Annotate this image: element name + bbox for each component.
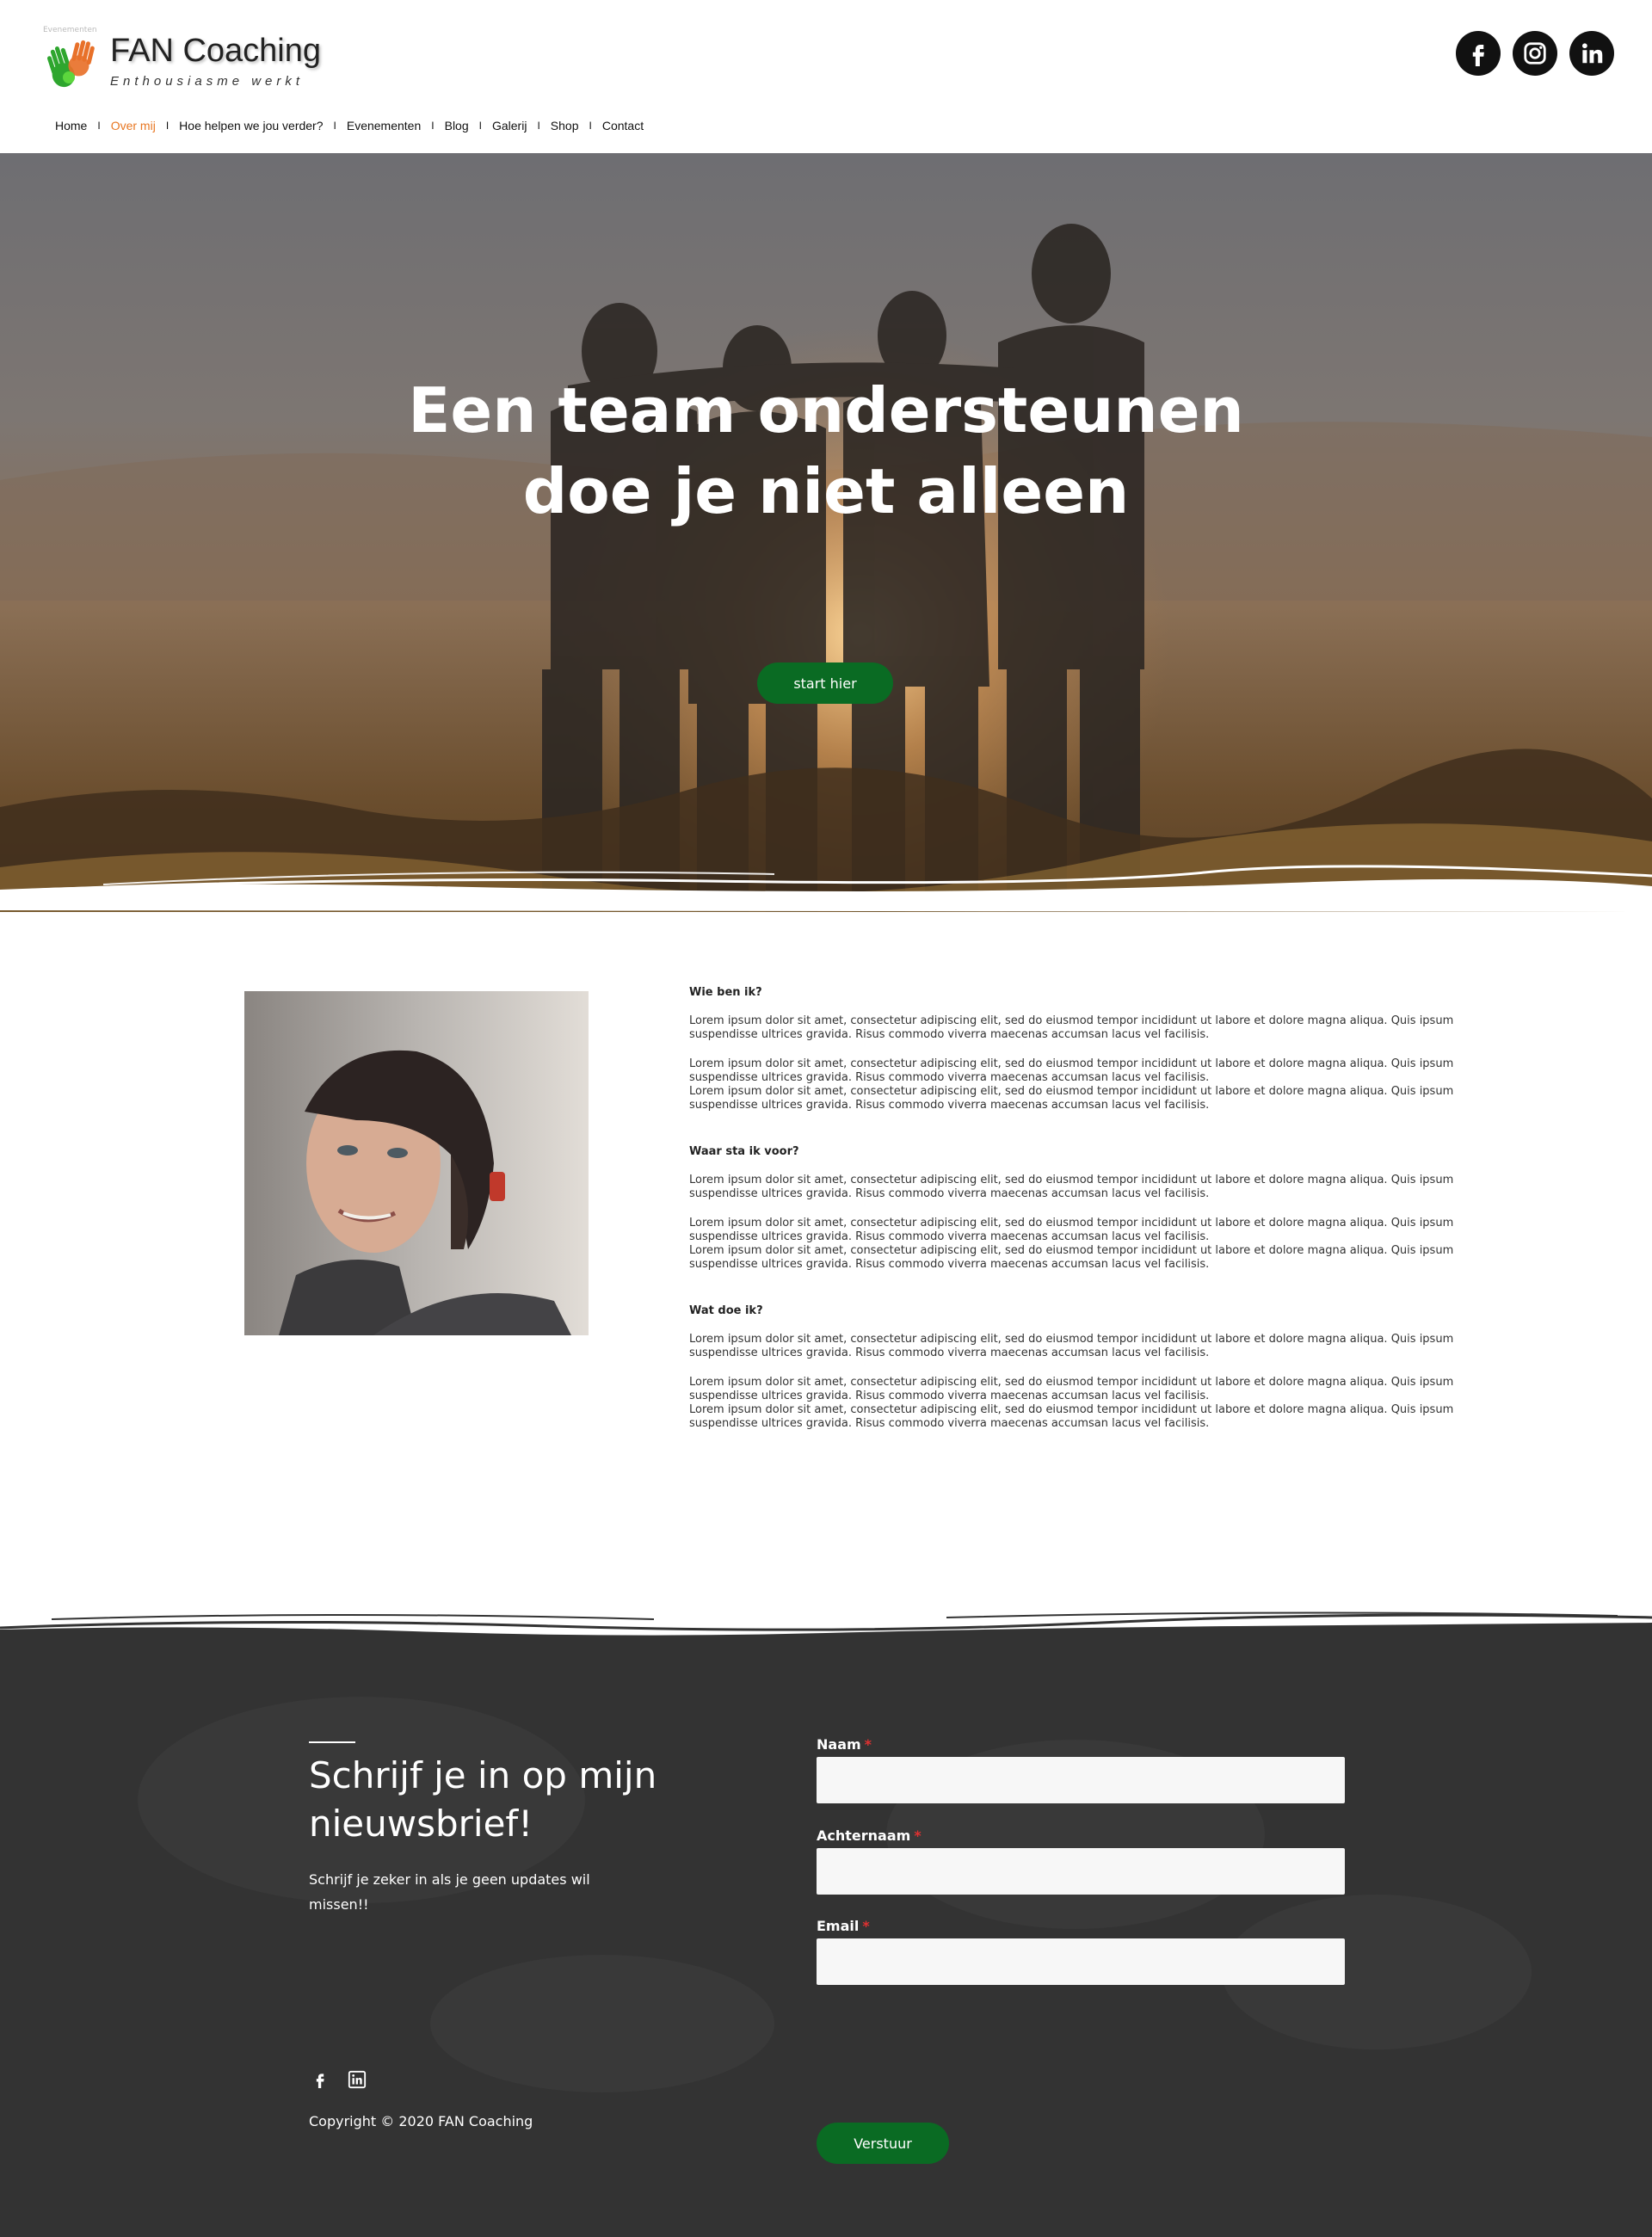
start-here-button[interactable]: start hier: [757, 662, 893, 704]
label-text: Naam: [817, 1736, 861, 1753]
label-text: Achternaam: [817, 1827, 911, 1844]
site-logo[interactable]: FAN Coaching Enthousiasme werkt: [43, 31, 327, 91]
hero-section: Een team ondersteunen doe je niet alleen…: [0, 153, 1652, 912]
logo-title: FAN Coaching: [110, 33, 322, 69]
about-block-values: Waar sta ik voor? Lorem ipsum dolor sit …: [689, 1145, 1520, 1272]
nav-separator: I: [97, 120, 101, 132]
hands-logo-icon: [46, 40, 95, 88]
nav-separator: I: [537, 120, 540, 132]
nav-separator: I: [333, 120, 336, 132]
instagram-icon[interactable]: [1513, 31, 1557, 76]
required-mark: *: [862, 1918, 870, 1934]
logo-tagline: Enthousiasme werkt: [110, 74, 305, 89]
nav-item-contact[interactable]: Contact: [602, 119, 644, 132]
linkedin-icon[interactable]: [1569, 31, 1614, 76]
achternaam-input[interactable]: [817, 1848, 1345, 1895]
nav-item-evenementen[interactable]: Evenementen: [347, 119, 421, 132]
newsletter-rule: [309, 1741, 355, 1743]
copyright-text: Copyright © 2020 FAN Coaching: [309, 2113, 533, 2129]
about-text: Wie ben ik? Lorem ipsum dolor sit amet, …: [689, 986, 1520, 1464]
naam-input[interactable]: [817, 1757, 1345, 1803]
heading-wie-ben-ik: Wie ben ik?: [689, 986, 762, 999]
heading-waar-sta-ik-voor: Waar sta ik voor?: [689, 1145, 799, 1158]
nav-item-shop[interactable]: Shop: [551, 119, 579, 132]
paragraph: Lorem ipsum dolor sit amet, consectetur …: [689, 1085, 1454, 1112]
nav-separator: I: [589, 120, 592, 132]
field-label-naam: Naam *: [817, 1736, 872, 1753]
paragraph: Lorem ipsum dolor sit amet, consectetur …: [689, 1174, 1454, 1200]
facebook-icon[interactable]: [311, 2070, 329, 2092]
field-label-achternaam: Achternaam *: [817, 1827, 922, 1844]
hero-background-image: [0, 153, 1652, 912]
heading-wat-doe-ik: Wat doe ik?: [689, 1304, 763, 1317]
header-social-links: [1456, 31, 1614, 76]
nav-separator: I: [165, 120, 170, 132]
nav-item-home[interactable]: Home: [55, 119, 87, 132]
submit-button[interactable]: Verstuur: [817, 2123, 949, 2164]
nav-item-galerij[interactable]: Galerij: [492, 119, 527, 132]
about-block-who: Wie ben ik? Lorem ipsum dolor sit amet, …: [689, 986, 1520, 1112]
profile-photo: [244, 991, 589, 1335]
email-input[interactable]: [817, 1938, 1345, 1985]
nav-separator: I: [478, 120, 482, 132]
paragraph: Lorem ipsum dolor sit amet, consectetur …: [689, 1014, 1454, 1041]
paragraph: Lorem ipsum dolor sit amet, consectetur …: [689, 1376, 1454, 1402]
required-mark: *: [914, 1827, 922, 1844]
nav-item-over-mij[interactable]: Over mij: [111, 119, 156, 132]
main-nav: Home I Over mij I Hoe helpen we jou verd…: [55, 119, 644, 132]
paragraph: Lorem ipsum dolor sit amet, consectetur …: [689, 1244, 1454, 1271]
newsletter-title: Schrijf je in op mijn nieuwsbrief!: [309, 1754, 657, 1845]
nav-item-hoe-helpen[interactable]: Hoe helpen we jou verder?: [179, 119, 323, 132]
label-text: Email: [817, 1918, 860, 1934]
newsletter-subtitle: Schrijf je zeker in als je geen updates …: [309, 1871, 590, 1913]
field-label-email: Email *: [817, 1918, 870, 1934]
facebook-icon[interactable]: [1456, 31, 1501, 76]
paragraph: Lorem ipsum dolor sit amet, consectetur …: [689, 1403, 1454, 1430]
footer-social-links: [311, 2070, 367, 2092]
linkedin-icon[interactable]: [348, 2070, 367, 2092]
required-mark: *: [864, 1736, 872, 1753]
about-block-what: Wat doe ik? Lorem ipsum dolor sit amet, …: [689, 1304, 1520, 1431]
nav-item-blog[interactable]: Blog: [445, 119, 469, 132]
paragraph: Lorem ipsum dolor sit amet, consectetur …: [689, 1217, 1454, 1243]
paragraph: Lorem ipsum dolor sit amet, consectetur …: [689, 1333, 1454, 1359]
hero-title: Een team ondersteunen doe je niet alleen: [408, 374, 1244, 527]
site-header: Evenementen FAN Coaching Enthousiasme we…: [0, 0, 1652, 153]
nav-separator: I: [431, 120, 435, 132]
paragraph: Lorem ipsum dolor sit amet, consectetur …: [689, 1057, 1454, 1084]
